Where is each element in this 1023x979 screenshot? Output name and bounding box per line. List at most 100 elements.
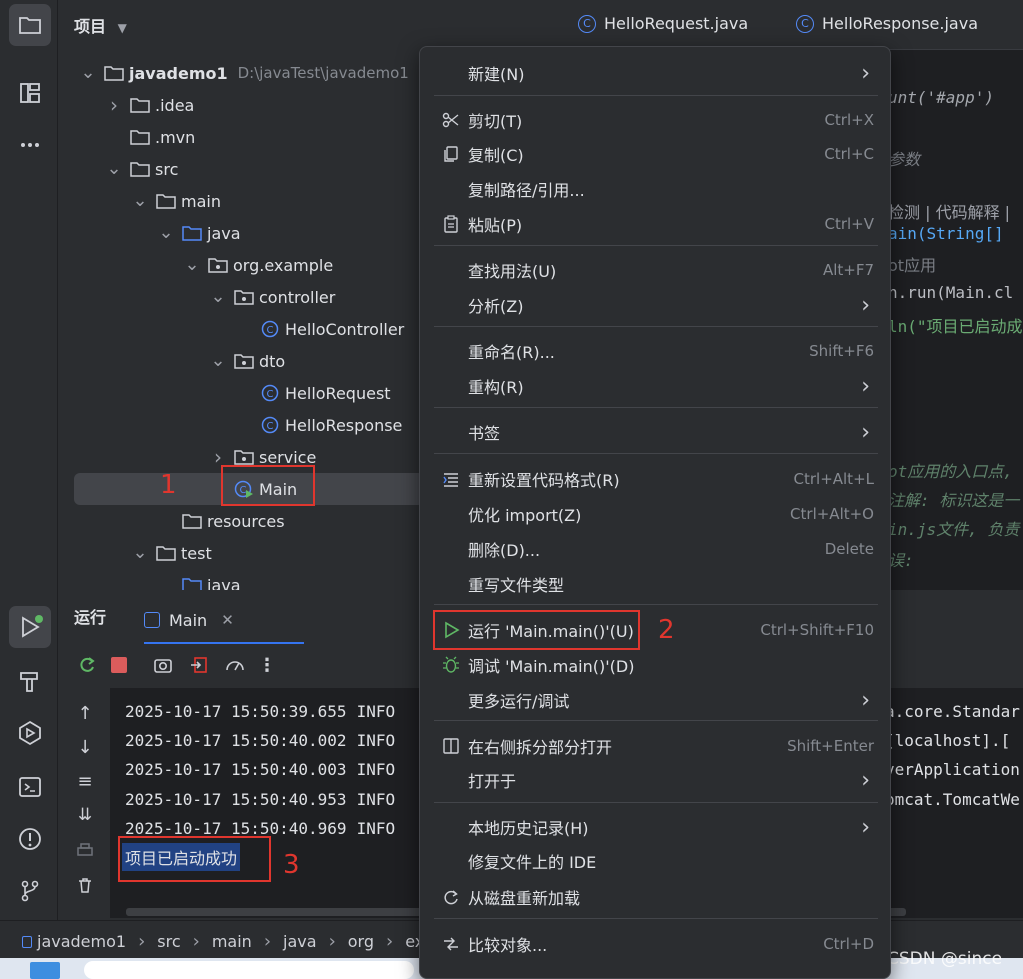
menu-item[interactable]: 打开于 › [434,764,878,796]
rerun-icon[interactable] [76,654,98,676]
menu-item[interactable]: 新建(N) › [434,57,878,89]
soft-wrap-icon[interactable]: ≡ [74,770,96,792]
log-level: INFO [356,702,396,721]
arrow-up-icon[interactable]: ↑ [74,702,96,724]
run-tool-icon[interactable] [9,606,51,648]
menu-item[interactable]: 复制路径/引用... [434,173,878,205]
more-tools-icon[interactable] [9,124,51,166]
menu-item[interactable]: 比较对象... Ctrl+D [434,928,878,960]
menu-item[interactable]: 剪切(T) Ctrl+X [434,104,878,136]
chevron-down-icon[interactable]: ⌄ [132,192,148,210]
menu-item[interactable]: 从磁盘重新加载 [434,881,878,913]
menu-item[interactable]: 分析(Z) › [434,289,878,321]
code-text: unt('#app') [888,88,994,107]
chevron-down-icon[interactable]: ⌄ [132,544,148,562]
tree-item-label: test [181,543,212,563]
breadcrumb-item[interactable]: java [283,932,317,951]
print-icon[interactable] [74,839,96,861]
chevron-down-icon[interactable]: ⌄ [210,288,226,306]
chevron-right-icon: › [861,767,870,793]
breadcrumb-item[interactable]: src [157,932,180,951]
stop-icon[interactable] [108,654,130,676]
menu-item[interactable]: 调试 'Main.main()'(D) [434,649,878,681]
menu-item[interactable]: 删除(D)... Delete [434,533,878,565]
source-folder-icon [182,576,202,590]
annotation-number-2: 2 [658,615,675,645]
menu-item[interactable]: 查找用法(U) Alt+F7 [434,254,878,286]
tree-item-label: java [207,223,241,243]
exit-icon[interactable] [188,654,210,676]
tab-hello-request[interactable]: C HelloRequest.java [578,14,748,33]
chevron-down-icon[interactable]: ⌄ [158,224,174,242]
debug-icon [434,656,468,674]
menu-item-shortcut: Alt+F7 [822,261,874,279]
menu-item-label: 粘贴(P) [468,216,523,235]
menu-item[interactable]: 重写文件类型 [434,568,878,600]
menu-item[interactable]: 本地历史记录(H) › [434,811,878,843]
menu-item[interactable]: 重新设置代码格式(R) Ctrl+Alt+L [434,463,878,495]
problems-tool-icon[interactable] [9,818,51,860]
menu-item[interactable]: 重命名(R)... Shift+F6 [434,335,878,367]
chevron-right-icon[interactable]: › [106,93,122,117]
log-level: INFO [356,760,396,779]
menu-item[interactable]: 更多运行/调试 › [434,684,878,716]
chevron-down-icon[interactable]: ⌄ [80,64,96,82]
class-icon: C [578,14,596,33]
taskbar-search[interactable] [84,961,414,979]
menu-item[interactable]: 在右侧拆分部分打开 Shift+Enter [434,730,878,762]
arrow-down-icon[interactable]: ↓ [74,736,96,758]
git-tool-icon[interactable] [9,870,51,912]
close-icon[interactable]: ✕ [221,611,234,629]
menu-item-label: 复制路径/引用... [468,181,585,200]
profiler-icon[interactable] [224,654,246,676]
project-panel-title[interactable]: 项目 ▼ [74,13,127,37]
menu-item-label: 调试 'Main.main()'(D) [468,657,635,676]
log-tail: verApplication [885,760,1020,779]
project-tool-icon[interactable] [9,4,51,46]
windows-start-icon[interactable] [30,962,60,979]
svg-text:C: C [267,325,274,336]
menu-item-shortcut: Ctrl+Shift+F10 [760,621,874,639]
menu-item[interactable]: 复制(C) Ctrl+C [434,138,878,170]
menu-item[interactable]: 重构(R) › [434,370,878,402]
menu-item[interactable]: 优化 import(Z) Ctrl+Alt+O [434,498,878,530]
tree-item-label: java [207,575,241,591]
menu-item[interactable]: 修复文件上的 IDE [434,845,878,877]
scroll-to-end-icon[interactable]: ⇊ [74,804,96,826]
run-tab-main[interactable]: Main ✕ [144,598,304,644]
tab-hello-response[interactable]: C HelloResponse.java [796,14,978,33]
scissors-icon [434,111,468,129]
menu-item-label: 删除(D)... [468,541,541,560]
menu-separator [434,407,878,408]
structure-tool-icon[interactable] [9,72,51,114]
chevron-down-icon[interactable]: ⌄ [184,256,200,274]
menu-item-shortcut: Shift+Enter [787,737,874,755]
package-icon [234,352,254,370]
camera-icon[interactable] [152,654,174,676]
split-icon [434,737,468,755]
menu-item-label: 打开于 [468,772,517,791]
tree-item-label: main [181,191,221,211]
services-tool-icon[interactable] [9,712,51,754]
build-tool-icon[interactable] [9,660,51,702]
annotation-box-2 [433,610,640,650]
chevron-down-icon[interactable]: ⌄ [106,160,122,178]
menu-item-shortcut: Ctrl+X [824,111,874,129]
more-vertical-icon[interactable]: ⋮ [256,654,278,676]
menu-item-shortcut: Delete [824,540,874,558]
chevron-right-icon: › [328,931,336,952]
menu-separator [434,453,878,454]
menu-item-label: 本地历史记录(H) [468,819,589,838]
chevron-down-icon[interactable]: ⌄ [210,352,226,370]
breadcrumb-item[interactable]: javademo1 [37,932,126,951]
breadcrumb-item[interactable]: main [212,932,252,951]
menu-item[interactable]: 书签 › [434,416,878,448]
menu-item-label: 重新设置代码格式(R) [468,471,620,490]
watermark: CSDN @since [887,949,1003,969]
terminal-tool-icon[interactable] [9,766,51,808]
tree-item-label: HelloRequest [285,383,391,403]
breadcrumb-item[interactable]: org [348,932,374,951]
chevron-down-icon[interactable]: ▼ [118,21,127,35]
trash-icon[interactable] [74,874,96,896]
menu-item[interactable]: 粘贴(P) Ctrl+V [434,208,878,240]
